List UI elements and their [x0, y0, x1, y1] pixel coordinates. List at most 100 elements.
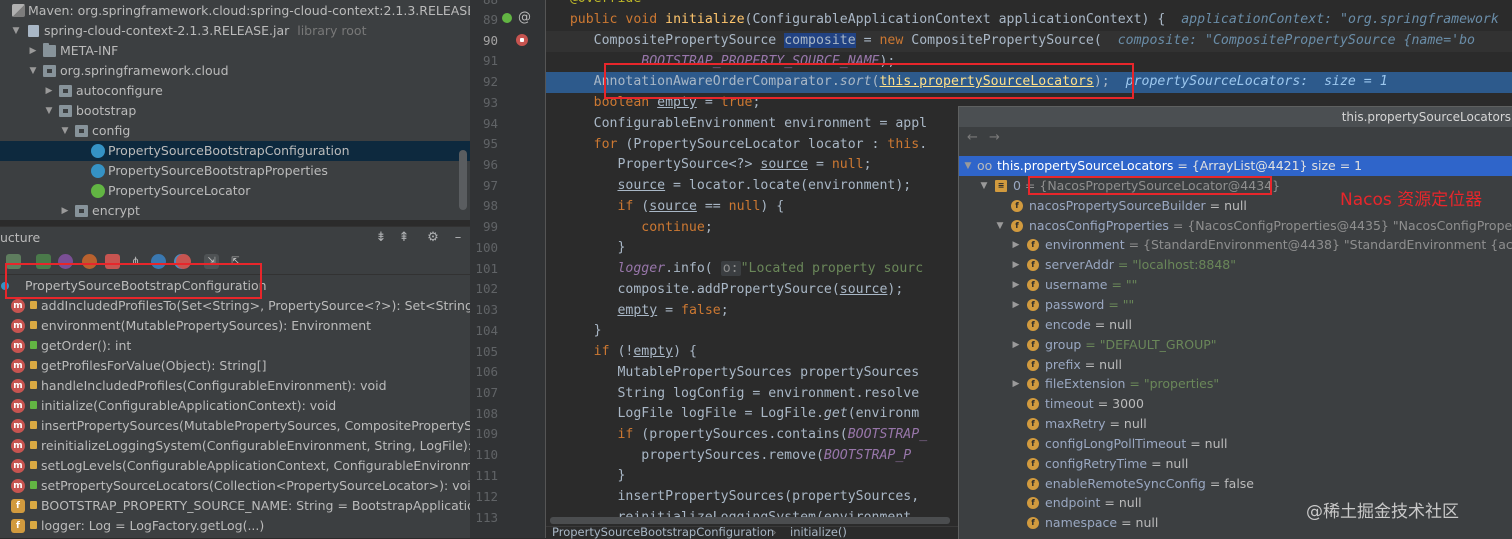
field-icon: f	[1027, 298, 1039, 311]
variable-row[interactable]: f configRetryTime = null	[959, 454, 1512, 474]
lambdas-icon[interactable]	[151, 254, 166, 269]
member-row[interactable]: m addIncludedProfilesTo(Set<String>, Pro…	[0, 296, 470, 316]
chevron-down-icon[interactable]: ▼	[995, 216, 1005, 236]
variable-row[interactable]: f configLongPollTimeout = null	[959, 434, 1512, 454]
tree-row-package-cloud[interactable]: ▼ org.springframework.cloud	[0, 61, 470, 81]
field-icon: f	[1027, 497, 1039, 510]
chevron-down-icon[interactable]: ▼	[43, 101, 55, 121]
breadcrumb-class[interactable]: PropertySourceBootstrapConfiguration	[552, 525, 774, 539]
variable-name: nacosPropertySourceBuilder	[1029, 197, 1206, 213]
variable-value: = null	[1205, 197, 1247, 213]
structure-panel: ucture ⇟ ⇞ ⚙ – ⋔ ⇲ ⇱ PropertySourceBoots…	[0, 226, 470, 538]
chevron-down-icon[interactable]: ▼	[963, 156, 973, 176]
chevron-right-icon[interactable]: ▶	[1011, 374, 1021, 394]
tree-row-meta-inf[interactable]: ▶ META-INF	[0, 41, 470, 61]
lock-icon	[30, 501, 37, 509]
library-icon	[12, 4, 25, 17]
tree-scrollbar[interactable]	[459, 150, 467, 210]
member-row[interactable]: m insertPropertySources(MutablePropertyS…	[0, 416, 470, 436]
chevron-right-icon[interactable]: ▶	[1011, 295, 1021, 315]
chevron-right-icon[interactable]: ▶	[43, 81, 55, 101]
editor-horizontal-scrollbar[interactable]	[550, 517, 950, 524]
chevron-right-icon[interactable]: ▶	[1011, 275, 1021, 295]
method-icon: m	[11, 339, 25, 353]
member-row[interactable]: m initialize(ConfigurableApplicationCont…	[0, 396, 470, 416]
chevron-right-icon[interactable]: ▶	[27, 41, 39, 61]
chevron-right-icon[interactable]: ▶	[1011, 255, 1021, 275]
override-icon[interactable]	[502, 13, 512, 23]
tree-row-encrypt[interactable]: ▶ encrypt	[0, 201, 470, 220]
minimize-icon[interactable]: –	[450, 230, 466, 246]
lock-icon	[30, 461, 37, 469]
collapse-all-icon[interactable]: ⇞	[396, 230, 412, 246]
field-icon: f	[1027, 358, 1039, 371]
show-non-public-icon[interactable]	[105, 254, 120, 269]
execution-line: AnnotationAwareOrderComparator.sort(this…	[546, 72, 1512, 93]
chevron-right-icon[interactable]: ▶	[1011, 235, 1021, 255]
member-row[interactable]: m setLogLevels(ConfigurableApplicationCo…	[0, 456, 470, 476]
chevron-right-icon[interactable]: ▶	[59, 201, 71, 220]
tree-row-config[interactable]: ▼ config	[0, 121, 470, 141]
breadcrumb-method[interactable]: initialize()	[790, 525, 847, 539]
chevron-down-icon[interactable]: ▼	[979, 176, 989, 196]
tree-row-locator[interactable]: PropertySourceLocator	[0, 181, 470, 201]
member-row[interactable]: m handleIncludedProfiles(ConfigurableEnv…	[0, 376, 470, 396]
variable-row[interactable]: ▼ f nacosConfigProperties = {NacosConfigPr…	[959, 216, 1512, 236]
tree-row-jar[interactable]: ▼ spring-cloud-context-2.1.3.RELEASE.jar…	[0, 21, 470, 41]
tree-row-maven[interactable]: Maven: org.springframework.cloud:spring-…	[0, 1, 470, 21]
show-properties-icon[interactable]	[58, 254, 73, 269]
anonymous-classes-icon[interactable]: ⋔	[128, 254, 143, 269]
variable-row[interactable]: ▶ f environment = {StandardEnvironment@443…	[959, 235, 1512, 255]
jar-icon	[28, 25, 39, 37]
member-row[interactable]: f logger: Log = LogFactory.getLog(...)	[0, 516, 470, 536]
tree-row-bootstrap[interactable]: ▼ bootstrap	[0, 101, 470, 121]
variable-row[interactable]: ▶ f serverAddr = "localhost:8848"	[959, 255, 1512, 275]
lock-icon	[30, 321, 37, 329]
variable-row[interactable]: ▼ oo this.propertySourceLocators = {ArrayL…	[959, 156, 1512, 176]
expand-all-icon[interactable]: ⇟	[373, 230, 389, 246]
field-icon: f	[1011, 219, 1023, 232]
autoscroll-to-source-icon[interactable]: ⇲	[204, 254, 219, 269]
forward-arrow-icon[interactable]: →	[989, 130, 1000, 145]
variable-row[interactable]: f enableRemoteSyncConfig = false	[959, 474, 1512, 494]
method-icon: m	[11, 299, 25, 313]
show-fields-icon[interactable]	[82, 254, 97, 269]
breakpoint-icon[interactable]	[516, 34, 528, 46]
variable-row[interactable]: ▶ f fileExtension = "properties"	[959, 374, 1512, 394]
variable-row[interactable]: f encode = null	[959, 315, 1512, 335]
chevron-down-icon[interactable]: ▼	[59, 121, 71, 141]
variable-value: = "localhost:8848"	[1113, 257, 1236, 273]
member-row[interactable]: m setPropertySourceLocators(Collection<P…	[0, 476, 470, 496]
sort-icon[interactable]	[6, 254, 21, 269]
variable-name: prefix	[1045, 356, 1081, 372]
variable-row[interactable]: f prefix = null	[959, 355, 1512, 375]
variable-row[interactable]: ▶ f username = ""	[959, 275, 1512, 295]
member-row[interactable]: f BOOTSTRAP_PROPERTY_SOURCE_NAME: String…	[0, 496, 470, 516]
member-row[interactable]: m getProfilesForValue(Object): String[]	[0, 356, 470, 376]
tree-row-autoconfigure[interactable]: ▶ autoconfigure	[0, 81, 470, 101]
member-row[interactable]: m getOrder(): int	[0, 336, 470, 356]
gear-icon[interactable]: ⚙	[425, 230, 441, 246]
variable-value: = null	[1147, 455, 1189, 471]
variable-row[interactable]: ▶ f password = ""	[959, 295, 1512, 315]
field-icon: f	[1027, 279, 1039, 292]
chevron-right-icon[interactable]: ▶	[1011, 335, 1021, 355]
variable-row[interactable]: f timeout = 3000	[959, 394, 1512, 414]
autoscroll-from-source-icon[interactable]: ⇱	[228, 254, 243, 269]
tree-row-bootstrap-properties[interactable]: PropertySourceBootstrapProperties	[0, 161, 470, 181]
variable-value: = "properties"	[1125, 376, 1220, 392]
back-arrow-icon[interactable]: ←	[967, 130, 978, 145]
chevron-down-icon[interactable]: ▼	[27, 61, 39, 81]
tree-row-bootstrap-configuration[interactable]: PropertySourceBootstrapConfiguration	[0, 141, 470, 161]
member-row[interactable]: m reinitializeLoggingSystem(Configurable…	[0, 436, 470, 456]
variable-name: fileExtension	[1045, 376, 1126, 392]
variable-name: configLongPollTimeout	[1045, 435, 1187, 451]
show-all-icon[interactable]	[176, 254, 191, 269]
member-row[interactable]: m environment(MutablePropertySources): E…	[0, 316, 470, 336]
popup-nav: ← →	[959, 129, 1512, 149]
variable-row[interactable]: f maxRetry = null	[959, 414, 1512, 434]
variable-row[interactable]: ▶ f group = "DEFAULT_GROUP"	[959, 335, 1512, 355]
chevron-down-icon[interactable]: ▼	[10, 21, 22, 41]
structure-root[interactable]: PropertySourceBootstrapConfiguration	[0, 276, 470, 296]
show-inherited-icon[interactable]	[36, 254, 51, 269]
